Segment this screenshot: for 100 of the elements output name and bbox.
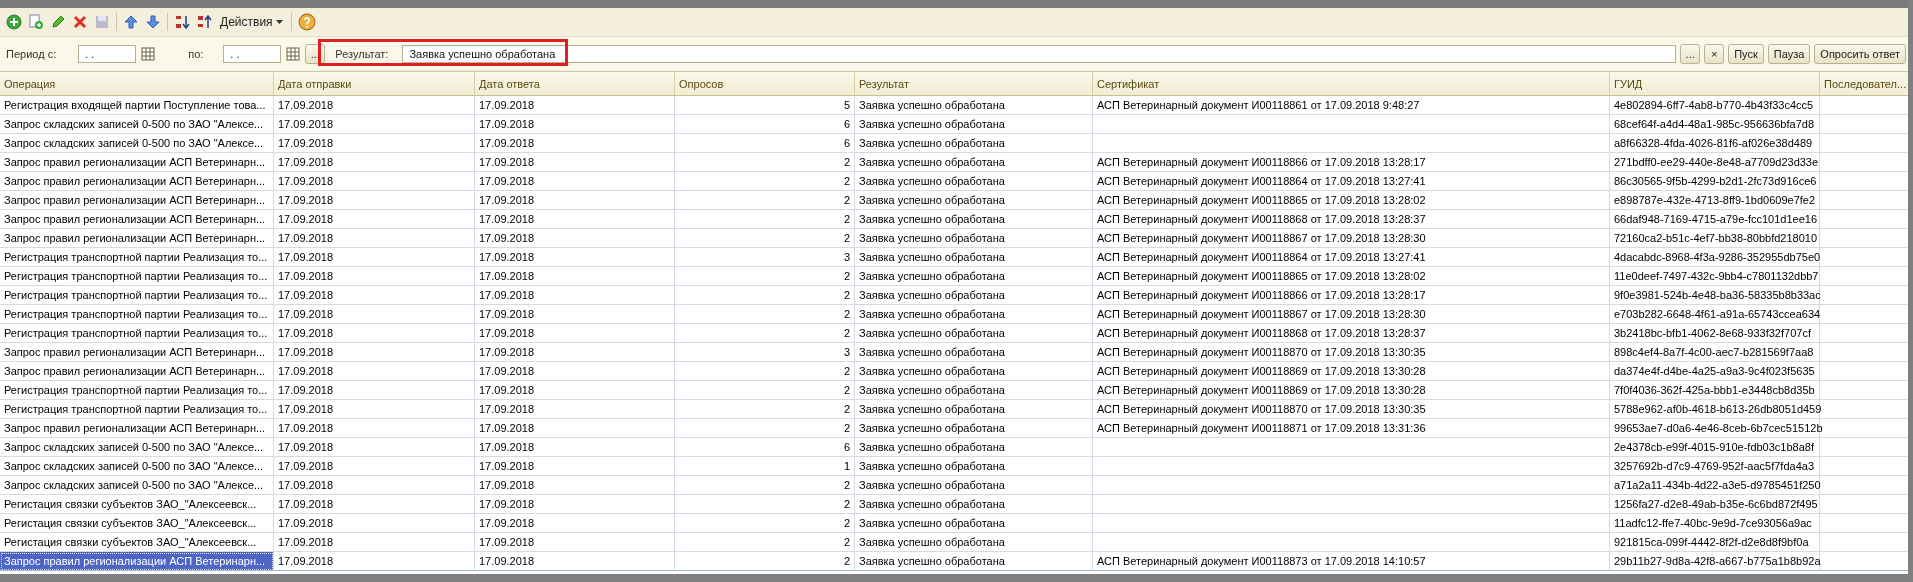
table-cell: Заявка успешно обработана xyxy=(855,419,1093,438)
table-cell[interactable]: Запрос складских записей 0-500 по ЗАО "Алексе... xyxy=(0,438,274,457)
table-cell: 3 xyxy=(675,343,855,362)
table-cell: 17.09.2018 xyxy=(274,96,475,115)
table-cell: 72160ca2-b51c-4ef7-bb38-80bbfd218010 xyxy=(1610,229,1820,248)
table-cell[interactable]: Запрос складских записей 0-500 по ЗАО "Алексе... xyxy=(0,115,274,134)
table-cell: 17.09.2018 xyxy=(475,115,675,134)
table-cell: 5788e962-af0b-4618-b613-26db8051d459 xyxy=(1610,400,1820,419)
table-cell: 2 xyxy=(675,495,855,514)
table-cell[interactable]: Регистрация транспортной партии Реализация то... xyxy=(0,305,274,324)
table-cell[interactable]: Запрос правил регионализации АСП Ветеринарн... xyxy=(0,362,274,381)
column-header[interactable]: Последовател... xyxy=(1820,72,1908,96)
select-button[interactable]: ... xyxy=(1680,44,1701,64)
table-cell[interactable]: Запрос правил регионализации АСП Ветеринарн... xyxy=(0,552,274,571)
table-cell: 17.09.2018 xyxy=(475,495,675,514)
table-cell: 17.09.2018 xyxy=(475,324,675,343)
table-cell: 68cef64f-a4d4-48a1-985c-956636bfa7d8 xyxy=(1610,115,1820,134)
arrow-down-icon[interactable] xyxy=(145,14,161,30)
calendar-icon[interactable] xyxy=(140,46,157,62)
table-cell[interactable]: Запрос правил регионализации АСП Ветеринарн... xyxy=(0,419,274,438)
table-cell[interactable]: Регистрация транспортной партии Реализация то... xyxy=(0,248,274,267)
table-cell: АСП Ветеринарный документ И00118873 от 17.09.2018 14:10:57 xyxy=(1093,552,1610,571)
table-cell: 17.09.2018 xyxy=(274,324,475,343)
table-cell: Заявка успешно обработана xyxy=(855,96,1093,115)
table-cell[interactable]: Запрос складских записей 0-500 по ЗАО "Алексе... xyxy=(0,457,274,476)
table-cell: Заявка успешно обработана xyxy=(855,267,1093,286)
delete-icon[interactable] xyxy=(72,14,88,30)
table-cell: 2 xyxy=(675,552,855,571)
table-cell[interactable]: Запрос правил регионализации АСП Ветеринарн... xyxy=(0,210,274,229)
table-cell: Заявка успешно обработана xyxy=(855,533,1093,552)
column-header[interactable]: Дата отправки xyxy=(274,72,475,96)
table-cell: Заявка успешно обработана xyxy=(855,495,1093,514)
date-field[interactable]: . . xyxy=(78,45,137,63)
date-field[interactable]: . . xyxy=(223,45,282,63)
table-cell: 3257692b-d7c9-4769-952f-aac5f7fda4a3 xyxy=(1610,457,1820,476)
column-header[interactable]: Сертификат xyxy=(1093,72,1610,96)
action-button[interactable]: Опросить ответ xyxy=(1814,44,1906,64)
table-cell: 3b2418bc-bfb1-4062-8e68-933f32f707cf xyxy=(1610,324,1820,343)
table-cell[interactable]: Регистация связки субъектов ЗАО_"Алексеевск... xyxy=(0,495,274,514)
table-cell[interactable]: Регистрация транспортной партии Реализация то... xyxy=(0,400,274,419)
table-cell[interactable]: Запрос складских записей 0-500 по ЗАО "Алексе... xyxy=(0,134,274,153)
table-cell: АСП Ветеринарный документ И00118861 от 17.09.2018 9:48:27 xyxy=(1093,96,1610,115)
table-cell: Заявка успешно обработана xyxy=(855,286,1093,305)
column-header[interactable]: ГУИД xyxy=(1610,72,1820,96)
copy-icon[interactable] xyxy=(28,14,44,30)
column-header[interactable]: Опросов xyxy=(675,72,855,96)
table-cell: 2 xyxy=(675,362,855,381)
add-icon[interactable] xyxy=(6,14,22,30)
calendar-icon[interactable] xyxy=(285,46,302,62)
table-cell[interactable]: Регистрация транспортной партии Реализация то... xyxy=(0,267,274,286)
table-cell: 2 xyxy=(675,305,855,324)
table-cell[interactable]: Запрос правил регионализации АСП Ветеринарн... xyxy=(0,191,274,210)
pencil-icon[interactable] xyxy=(50,14,66,30)
table-cell: 898c4ef4-8a7f-4c00-aec7-b281569f7aa8 xyxy=(1610,343,1820,362)
table-cell: Заявка успешно обработана xyxy=(855,153,1093,172)
table-cell: АСП Ветеринарный документ И00118870 от 17.09.2018 13:30:35 xyxy=(1093,343,1610,362)
table-cell: 2 xyxy=(675,381,855,400)
table-cell: 17.09.2018 xyxy=(274,533,475,552)
action-button[interactable]: Пауза xyxy=(1767,44,1811,64)
sort-descending-icon[interactable] xyxy=(196,14,212,30)
period-to-label: по: xyxy=(188,48,204,60)
table-cell: 17.09.2018 xyxy=(475,229,675,248)
table-cell: 66daf948-7169-4715-a79e-fcc101d1ee16 xyxy=(1610,210,1820,229)
action-button[interactable]: Пуск xyxy=(1728,44,1764,64)
sort-ascending-icon[interactable] xyxy=(174,14,190,30)
table-cell: 17.09.2018 xyxy=(475,96,675,115)
actions-menu[interactable]: Действия xyxy=(218,15,285,29)
table-cell: 6 xyxy=(675,438,855,457)
table-cell[interactable]: Регистрация транспортной партии Реализация то... xyxy=(0,286,274,305)
table-cell[interactable]: Регистрация транспортной партии Реализация то... xyxy=(0,381,274,400)
table-cell[interactable]: Регистрация входящей партии Поступление това... xyxy=(0,96,274,115)
table-cell: 17.09.2018 xyxy=(475,191,675,210)
column-header[interactable]: Результат xyxy=(855,72,1093,96)
table-cell: 17.09.2018 xyxy=(475,305,675,324)
result-field[interactable]: Заявка успешно обработана xyxy=(402,45,1677,63)
help-icon[interactable] xyxy=(297,13,316,31)
table-cell: 17.09.2018 xyxy=(475,552,675,571)
column-header[interactable]: Дата ответа xyxy=(475,72,675,96)
select-button[interactable]: ... xyxy=(305,44,326,64)
table-cell: 11adfc12-ffe7-40bc-9e9d-7ce93056a9ac xyxy=(1610,514,1820,533)
table-cell: Заявка успешно обработана xyxy=(855,248,1093,267)
table-cell[interactable]: Регистрация транспортной партии Реализация то... xyxy=(0,324,274,343)
table-cell[interactable]: Запрос правил регионализации АСП Ветеринарн... xyxy=(0,229,274,248)
table-cell[interactable]: Запрос складских записей 0-500 по ЗАО "Алексе... xyxy=(0,476,274,495)
table-cell: 2 xyxy=(675,476,855,495)
table-cell[interactable]: Запрос правил регионализации АСП Ветеринарн... xyxy=(0,153,274,172)
table-cell: 17.09.2018 xyxy=(274,419,475,438)
clear-button[interactable]: × xyxy=(1704,44,1725,64)
table-cell: 17.09.2018 xyxy=(274,552,475,571)
table-cell: 6 xyxy=(675,115,855,134)
arrow-up-icon[interactable] xyxy=(123,14,139,30)
table-cell: 17.09.2018 xyxy=(475,438,675,457)
table-cell[interactable]: Регистация связки субъектов ЗАО_"Алексеевск... xyxy=(0,514,274,533)
table-cell[interactable]: Запрос правил регионализации АСП Ветеринарн... xyxy=(0,172,274,191)
table-cell: 17.09.2018 xyxy=(475,153,675,172)
table-cell: Заявка успешно обработана xyxy=(855,305,1093,324)
table-cell: 921815ca-099f-4442-8f2f-d2e8d8f9bf0a xyxy=(1610,533,1820,552)
table-cell: 1256fa27-d2e8-49ab-b35e-6c6bd872f495 xyxy=(1610,495,1820,514)
column-header[interactable]: Операция xyxy=(0,72,274,96)
table-cell[interactable]: Запрос правил регионализации АСП Ветеринарн... xyxy=(0,343,274,362)
